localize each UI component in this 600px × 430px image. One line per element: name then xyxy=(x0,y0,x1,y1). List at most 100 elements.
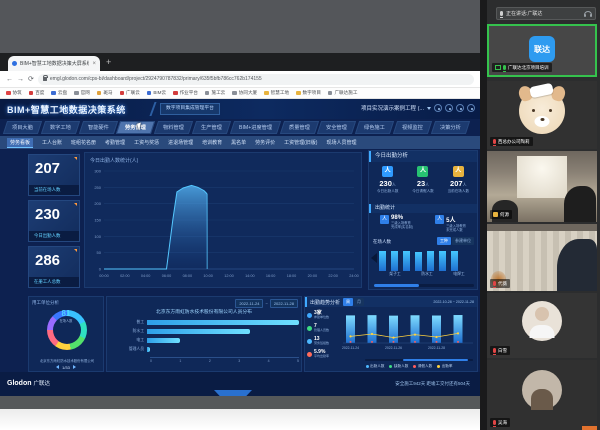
address-bar[interactable]: emgl.glodon.com/cps-bi/dashboard/project… xyxy=(38,74,474,85)
toggle-unit[interactable]: 参建单位 xyxy=(452,237,474,245)
bookmark-item[interactable]: 作业平台 xyxy=(173,90,198,96)
bookmark-item[interactable]: 数字项目 xyxy=(296,90,321,96)
nav-tab-1[interactable]: 项目大脑 xyxy=(3,121,42,134)
trend-scrollbar[interactable] xyxy=(365,359,473,362)
subnav-item-2[interactable]: 工人台账 xyxy=(42,139,62,146)
back-icon[interactable]: ← xyxy=(6,76,13,83)
bookmark-label: 百度 xyxy=(35,90,44,96)
reload-icon[interactable]: ⟳ xyxy=(28,76,34,83)
pager-prev-icon[interactable] xyxy=(56,365,59,369)
nav-tab-7[interactable]: BIM+进度管理 xyxy=(229,121,280,134)
subnav-item-10[interactable]: 工资管理(旧版) xyxy=(284,139,317,146)
tab-close-icon[interactable]: × xyxy=(92,61,96,67)
header-divider xyxy=(149,102,156,116)
bookmark-item[interactable]: 百度 xyxy=(29,90,45,96)
phone-audio-icon xyxy=(493,212,498,217)
user-icon[interactable] xyxy=(467,104,475,112)
distribution-row: 管理人员 xyxy=(111,345,299,354)
lock-icon xyxy=(43,77,47,81)
bookmark-item[interactable]: 广联达施工 xyxy=(328,90,357,96)
toggle-月[interactable]: 月 xyxy=(354,298,364,306)
bookmark-item[interactable]: 广联云 xyxy=(120,90,140,96)
participant-label: 何源 xyxy=(490,210,512,219)
forward-icon[interactable]: → xyxy=(17,76,24,83)
legend-item: 出勤人数 xyxy=(366,364,385,369)
trade-bar xyxy=(403,251,410,271)
participant-tile-2[interactable]: 西总办公司陶莉 xyxy=(487,81,597,149)
bookmark-item[interactable]: 协同大厦 xyxy=(232,90,257,96)
subnav-item-5[interactable]: 工资与奖惩 xyxy=(134,139,159,146)
bookmark-item[interactable]: 智慧工地 xyxy=(264,90,289,96)
attendance-area-chart-panel: 今日出勤人数统计(人) 05010015020025030000:0002:00… xyxy=(84,152,362,288)
bookmark-label: 广联云 xyxy=(126,90,140,96)
axis-tick: 4 xyxy=(268,359,270,363)
nav-tab-10[interactable]: 绿色施工 xyxy=(355,121,394,134)
bookmark-item[interactable]: 施工云 xyxy=(205,90,225,96)
unit-pager: 1/33 xyxy=(29,365,103,370)
nav-tab-12[interactable]: 决策分析 xyxy=(431,121,470,134)
axis-tick: 3 xyxy=(238,359,240,363)
nav-tab-9[interactable]: 安全管理 xyxy=(317,121,356,134)
toggle-周[interactable]: 周 xyxy=(343,298,353,306)
fullscreen-icon[interactable] xyxy=(445,104,453,112)
date-to-input[interactable]: 2022-11-28 xyxy=(270,299,298,308)
subnav-item-6[interactable]: 进退场管理 xyxy=(168,139,193,146)
refresh-icon[interactable] xyxy=(434,104,442,112)
participant-tile-3[interactable]: 何源 xyxy=(487,151,597,222)
subnav-item-1[interactable]: 劳务看板 xyxy=(7,138,33,148)
bookmark-item[interactable]: 云盘 xyxy=(51,90,67,96)
chevron-down-icon[interactable] xyxy=(427,107,431,110)
subnav-item-9[interactable]: 劳务评价 xyxy=(255,139,275,146)
nav-tab-2[interactable]: 数字工地 xyxy=(41,121,80,134)
axis-tick: 5 xyxy=(297,359,299,363)
pager-next-icon[interactable] xyxy=(73,365,76,369)
bookmark-label: 云盘 xyxy=(58,90,67,96)
bookmark-item[interactable]: BIM云 xyxy=(147,90,166,96)
nav-tab-5[interactable]: 物料管理 xyxy=(154,121,193,134)
browser-window: BIM+智慧工地数据决策大屏系统 × + ← → ⟳ emgl.glodon.c… xyxy=(0,53,480,396)
trade-bar-chart xyxy=(379,249,475,271)
new-tab-button[interactable]: + xyxy=(106,57,111,67)
nav-tab-8[interactable]: 质量管理 xyxy=(279,121,318,134)
attendance-mini-stats: 人98%三级入场教育完成率(实名制)人5人三级入场教育未完成人数 xyxy=(369,215,477,232)
bookmark-item[interactable]: 官网 xyxy=(74,90,90,96)
subnav-item-11[interactable]: 现场人员管理 xyxy=(326,139,356,146)
toggle-trade[interactable]: 工种 xyxy=(437,237,451,245)
mic-icon xyxy=(500,11,503,16)
date-from-input[interactable]: 2022-11-24 xyxy=(235,299,263,308)
nav-tab-3[interactable]: 智能硬件 xyxy=(78,121,117,134)
nav-tab-11[interactable]: 视频监控 xyxy=(393,121,432,134)
bookmark-label: BIM云 xyxy=(153,90,166,96)
svg-text:08:00: 08:00 xyxy=(183,274,193,278)
subnav-item-7[interactable]: 培训教育 xyxy=(202,139,222,146)
avatar-photo xyxy=(522,370,562,410)
browser-tab[interactable]: BIM+智慧工地数据决策大屏系统 × xyxy=(8,56,100,71)
participant-label: 吴海 xyxy=(490,418,510,427)
dashboard-subtitle: 数字项目集成管理平台 xyxy=(160,103,220,115)
svg-text:100: 100 xyxy=(94,234,101,239)
corner-marker xyxy=(74,249,77,252)
project-selector[interactable]: 项目实况演示案例工程 (... xyxy=(361,104,424,112)
distribution-category: 防水工 xyxy=(111,329,147,334)
participant-tile-glodon[interactable]: 联达 广联达北京项目培训 xyxy=(487,24,597,77)
bookmark-favicon xyxy=(264,91,269,96)
svg-text:20:00: 20:00 xyxy=(308,274,318,278)
subnav-item-8[interactable]: 黑名单 xyxy=(231,139,246,146)
headphones-icon[interactable] xyxy=(584,11,592,16)
footer-handle[interactable] xyxy=(214,390,252,396)
bookmark-favicon xyxy=(74,91,79,96)
subnav-item-4[interactable]: 考勤管理 xyxy=(105,139,125,146)
area-chart: 05010015020025030000:0002:0004:0006:0008… xyxy=(88,165,360,287)
trade-scrollbar[interactable] xyxy=(374,284,474,287)
participant-tile-6[interactable]: 吴海 xyxy=(487,360,597,430)
bookmark-item[interactable]: 协筑 xyxy=(6,90,22,96)
bookmark-item[interactable]: 斑马 xyxy=(97,90,113,96)
nav-tab-4[interactable]: 劳务管理 xyxy=(116,121,155,134)
trend-date-range[interactable]: 2022-10-28 ~ 2022-11-28 xyxy=(433,300,474,304)
nav-tab-6[interactable]: 生产管理 xyxy=(192,121,231,134)
svg-text:04:00: 04:00 xyxy=(141,274,151,278)
participant-tile-5[interactable]: 白雪 xyxy=(487,293,597,358)
participant-tile-4[interactable]: 代薇 xyxy=(487,224,597,291)
message-icon[interactable] xyxy=(456,104,464,112)
subnav-item-3[interactable]: 班组花名册 xyxy=(71,139,96,146)
